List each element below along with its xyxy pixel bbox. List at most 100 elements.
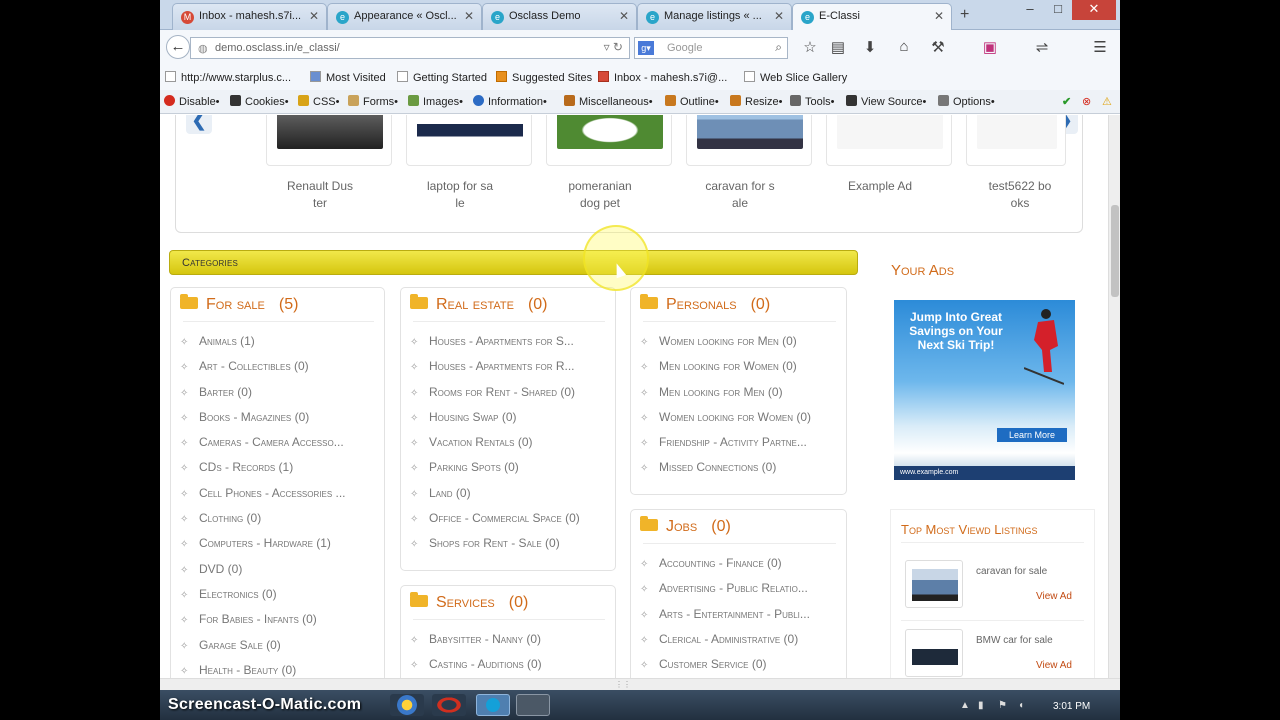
dev-resize[interactable]: Resize• (730, 95, 782, 108)
subcategory-item[interactable]: ✧ DVD (0) (180, 562, 346, 587)
subcategory-item[interactable]: ✧ Office - Commercial Space (0) (410, 511, 580, 536)
dev-disable[interactable]: Disable• (164, 95, 220, 108)
advertisement-banner[interactable]: Jump Into Great Savings on Your Next Ski… (894, 300, 1075, 480)
back-button[interactable]: ← (166, 35, 190, 59)
close-tab-icon[interactable]: ✕ (774, 9, 784, 23)
close-tab-icon[interactable]: ✕ (934, 9, 944, 23)
subcategory-item[interactable]: ✧ Parking Spots (0) (410, 460, 580, 485)
vertical-scrollbar[interactable] (1108, 115, 1120, 678)
bookmark-suggested-sites[interactable]: Suggested Sites (496, 71, 592, 84)
subcategory-item[interactable]: ✧ Friendship - Activity Partne... (640, 435, 811, 460)
dev-tools[interactable]: Tools• (790, 95, 835, 108)
reload-icon[interactable]: ▿ ↻ (604, 40, 623, 54)
listing-thumb[interactable] (966, 115, 1066, 166)
horizontal-scrollbar[interactable]: ⋮⋮ (160, 678, 1120, 690)
subcategory-item[interactable]: ✧ Casting - Auditions (0) (410, 657, 542, 678)
maximize-button[interactable]: □ (1044, 0, 1072, 20)
bookmark-starplus[interactable]: http://www.starplus.c... (165, 71, 291, 84)
tab-appearance[interactable]: e Appearance « Oscl... ✕ (327, 3, 482, 30)
subcategory-item[interactable]: ✧ Computers - Hardware (1) (180, 536, 346, 561)
listing-title[interactable]: pomeranian dog pet (537, 178, 663, 212)
scroll-grip-icon[interactable]: ⋮⋮ (615, 680, 631, 689)
tab-osclass-demo[interactable]: e Osclass Demo ✕ (482, 3, 637, 30)
dev-view-source[interactable]: View Source• (846, 95, 926, 108)
dev-cookies[interactable]: Cookies• (230, 95, 289, 108)
addon-icon[interactable]: ⇌ (1032, 38, 1052, 56)
new-tab-button[interactable]: + (960, 6, 969, 24)
subcategory-item[interactable]: ✧ Cell Phones - Accessories ... (180, 486, 346, 511)
subcategory-item[interactable]: ✧ CDs - Records (1) (180, 460, 346, 485)
category-heading[interactable]: Real estate (0) (410, 294, 548, 322)
listing-title[interactable]: caravan for s ale (677, 178, 803, 212)
tray-volume-icon[interactable]: ◖ (1018, 700, 1030, 711)
valid-check-icon[interactable]: ✔ (1062, 95, 1071, 108)
subcategory-item[interactable]: ✧ Garage Sale (0) (180, 638, 346, 663)
tray-flag-icon[interactable]: ⚑ (998, 700, 1010, 711)
subcategory-item[interactable]: ✧ Men looking for Men (0) (640, 385, 811, 410)
subcategory-item[interactable]: ✧ Arts - Entertainment - Publi... (640, 607, 810, 632)
subcategory-item[interactable]: ✧ Advertising - Public Relatio... (640, 581, 810, 606)
subcategory-item[interactable]: ✧ Rooms for Rent - Shared (0) (410, 385, 580, 410)
listing-title[interactable]: laptop for sa le (397, 178, 523, 212)
home-icon[interactable]: ⌂ (894, 38, 914, 55)
subcategory-item[interactable]: ✧ Accounting - Finance (0) (640, 556, 810, 581)
listing-title[interactable]: BMW car for sale (976, 635, 1053, 646)
listing-thumb[interactable] (266, 115, 392, 166)
dev-information[interactable]: Information• (473, 95, 547, 108)
subcategory-item[interactable]: ✧ Land (0) (410, 486, 580, 511)
listing-title[interactable]: test5622 bo oks (957, 178, 1083, 212)
bookmark-getting-started[interactable]: Getting Started (397, 71, 487, 84)
minimize-button[interactable]: – (1016, 0, 1044, 20)
subcategory-item[interactable]: ✧ For Babies - Infants (0) (180, 612, 346, 637)
ad-learn-more-button[interactable]: Learn More (997, 428, 1067, 442)
warning-icon[interactable]: ⚠ (1102, 95, 1112, 108)
dev-css[interactable]: CSS• (298, 95, 339, 108)
subcategory-item[interactable]: ✧ Missed Connections (0) (640, 460, 811, 485)
view-ad-link[interactable]: View Ad (1036, 591, 1072, 602)
chrome-taskbar-icon[interactable] (390, 694, 424, 716)
subcategory-item[interactable]: ✧ Houses - Apartments for S... (410, 334, 580, 359)
skype-taskbar-icon[interactable] (476, 694, 510, 716)
close-tab-icon[interactable]: ✕ (619, 9, 629, 23)
subcategory-item[interactable]: ✧ Barter (0) (180, 385, 346, 410)
close-window-button[interactable]: ✕ (1072, 0, 1116, 20)
app-taskbar-icon[interactable] (516, 694, 550, 716)
view-ad-link[interactable]: View Ad (1036, 660, 1072, 671)
clipboard-icon[interactable]: ▤ (828, 38, 848, 56)
taskbar-clock[interactable]: 3:01 PM (1053, 701, 1090, 712)
listing-thumb[interactable] (905, 560, 963, 608)
listing-thumb[interactable] (686, 115, 812, 166)
download-icon[interactable]: ⬇ (860, 38, 880, 56)
bookmark-web-slice[interactable]: Web Slice Gallery (744, 71, 847, 84)
listing-thumb[interactable] (546, 115, 672, 166)
bookmark-inbox[interactable]: Inbox - mahesh.s7i@... (598, 71, 727, 84)
subcategory-item[interactable]: ✧ Clothing (0) (180, 511, 346, 536)
dev-images[interactable]: Images• (408, 95, 463, 108)
search-icon[interactable]: ⌕ (775, 40, 782, 55)
listing-thumb[interactable] (905, 629, 963, 677)
dev-options[interactable]: Options• (938, 95, 995, 108)
dev-outline[interactable]: Outline• (665, 95, 719, 108)
search-input[interactable]: g▾ Google ⌕ (634, 37, 788, 59)
tray-network-icon[interactable]: ▮ (978, 700, 990, 711)
subcategory-item[interactable]: ✧ Vacation Rentals (0) (410, 435, 580, 460)
dev-miscellaneous[interactable]: Miscellaneous• (564, 95, 653, 108)
tray-arrow-icon[interactable]: ▲ (960, 700, 972, 711)
tab-e-classi[interactable]: e E-Classi ✕ (792, 3, 952, 31)
listing-thumb[interactable] (826, 115, 952, 166)
screencast-icon[interactable]: ▣ (980, 38, 1000, 56)
bookmark-most-visited[interactable]: Most Visited (310, 71, 386, 84)
subcategory-item[interactable]: ✧ Shops for Rent - Sale (0) (410, 536, 580, 561)
close-tab-icon[interactable]: ✕ (464, 9, 474, 23)
listing-thumb[interactable] (406, 115, 532, 166)
subcategory-item[interactable]: ✧ Women looking for Women (0) (640, 410, 811, 435)
error-icon[interactable]: ⊗ (1082, 95, 1091, 108)
subcategory-item[interactable]: ✧ Animals (1) (180, 334, 346, 359)
listing-title[interactable]: Example Ad (817, 178, 943, 195)
listing-title[interactable]: caravan for sale (976, 566, 1047, 577)
top-viewed-item[interactable]: BMW car for sale View Ad (903, 629, 1083, 678)
listing-title[interactable]: Renault Dus ter (257, 178, 383, 212)
bookmark-star-icon[interactable]: ☆ (800, 38, 820, 56)
url-bar[interactable]: ◍ demo.osclass.in/e_classi/ ▿ ↻ (190, 37, 630, 59)
tools-icon[interactable]: ⚒ (928, 38, 948, 56)
